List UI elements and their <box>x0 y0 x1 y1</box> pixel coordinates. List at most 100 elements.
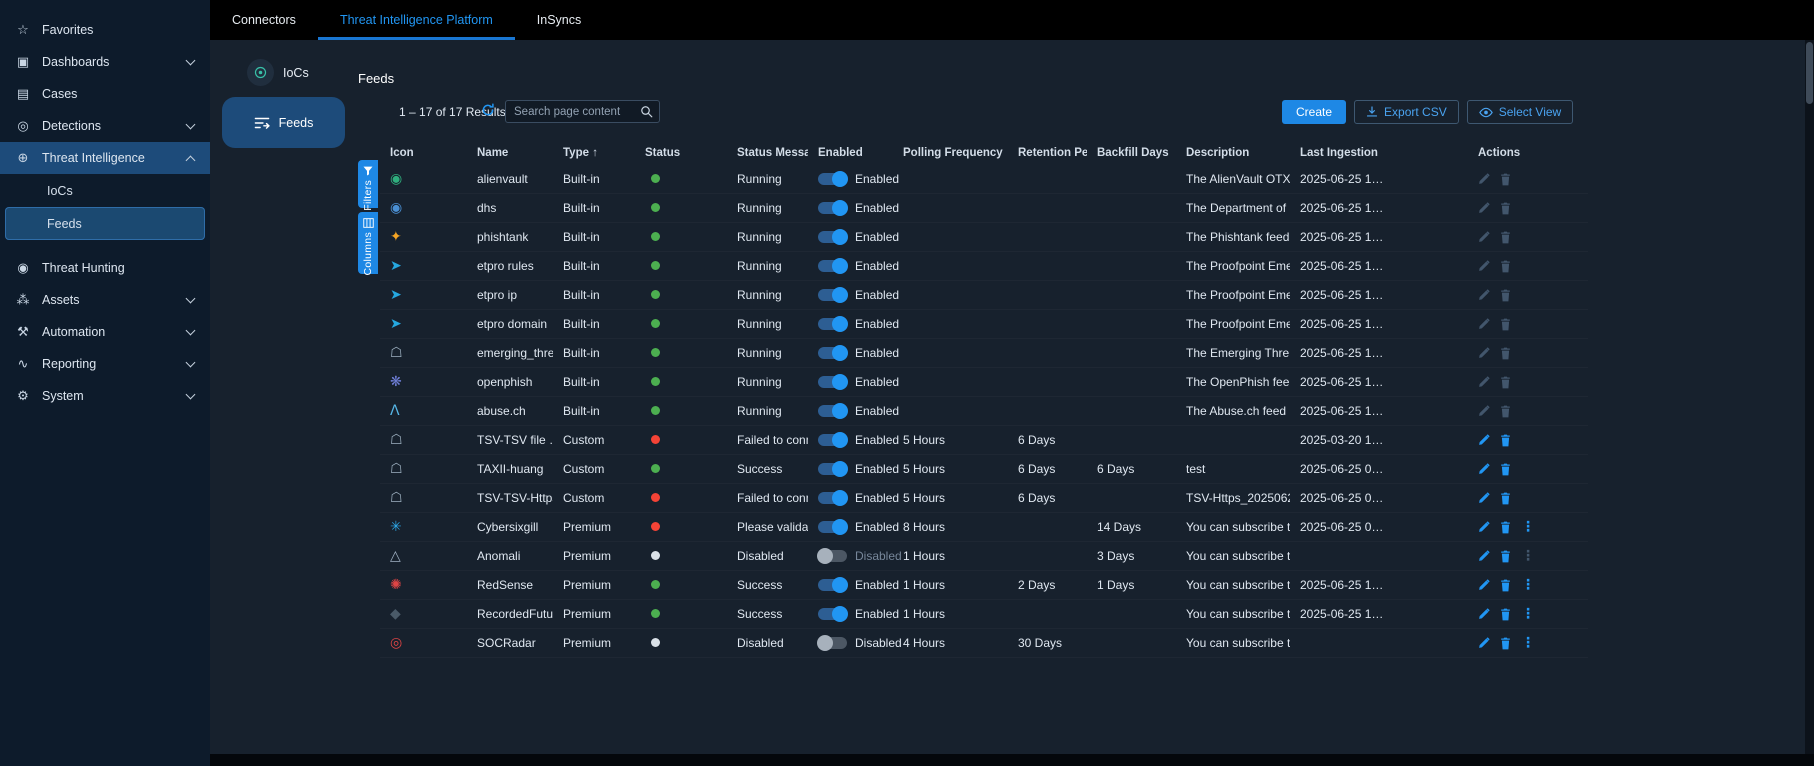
create-button[interactable]: Create <box>1282 100 1346 124</box>
sidebar-item-assets[interactable]: ⁂Assets <box>0 284 210 316</box>
column-header-polling-frequency[interactable]: Polling Frequency <box>893 147 1008 159</box>
column-header-icon[interactable]: Icon <box>380 147 467 159</box>
sidebar-item-cases[interactable]: ▤Cases <box>0 78 210 110</box>
edit-icon[interactable] <box>1478 347 1490 359</box>
search-input[interactable] <box>506 106 640 118</box>
enabled-toggle[interactable] <box>818 434 847 446</box>
enabled-toggle[interactable] <box>818 521 847 533</box>
column-header-name[interactable]: Name <box>467 147 553 159</box>
column-header-retention-period[interactable]: Retention Period <box>1008 147 1087 159</box>
column-header-status-message[interactable]: Status Message <box>727 147 808 159</box>
sidebar-item-automation[interactable]: ⚒Automation <box>0 316 210 348</box>
edit-icon[interactable] <box>1478 202 1490 214</box>
export-csv-button[interactable]: Export CSV <box>1354 100 1459 124</box>
delete-icon[interactable] <box>1500 550 1511 563</box>
delete-icon[interactable] <box>1500 492 1511 505</box>
column-header-type[interactable]: Type ↑ <box>553 147 635 159</box>
filters-tab[interactable]: Filters <box>358 160 378 208</box>
edit-icon[interactable] <box>1478 492 1490 504</box>
select-view-button[interactable]: Select View <box>1467 100 1573 124</box>
cell-description: The Proofpoint Eme… <box>1176 288 1290 302</box>
cell-actions: ⋮ <box>1468 520 1588 534</box>
edit-icon[interactable] <box>1478 434 1490 446</box>
column-header-description[interactable]: Description <box>1176 147 1290 159</box>
edit-icon[interactable] <box>1478 405 1490 417</box>
delete-icon[interactable] <box>1500 637 1511 650</box>
enabled-toggle[interactable] <box>818 260 847 272</box>
edit-icon[interactable] <box>1478 289 1490 301</box>
more-actions-icon[interactable]: ⋮ <box>1521 549 1535 563</box>
delete-icon[interactable] <box>1500 521 1511 534</box>
cell-type: Built-in <box>553 346 635 360</box>
edit-icon[interactable] <box>1478 231 1490 243</box>
edit-icon[interactable] <box>1478 376 1490 388</box>
delete-icon[interactable] <box>1500 318 1511 331</box>
enabled-toggle[interactable] <box>818 231 847 243</box>
subnav-feeds[interactable]: Feeds <box>222 97 345 148</box>
enabled-toggle[interactable] <box>818 173 847 185</box>
delete-icon[interactable] <box>1500 289 1511 302</box>
sidebar-item-favorites[interactable]: ☆Favorites <box>0 14 210 46</box>
enabled-toggle[interactable] <box>818 579 847 591</box>
delete-icon[interactable] <box>1500 405 1511 418</box>
tab-threat-intelligence-platform[interactable]: Threat Intelligence Platform <box>318 0 515 40</box>
scrollbar-thumb[interactable] <box>1806 42 1813 104</box>
tab-connectors[interactable]: Connectors <box>210 0 318 40</box>
more-actions-icon[interactable]: ⋮ <box>1521 607 1535 621</box>
sidebar-item-threat-hunting[interactable]: ◉Threat Hunting <box>0 252 210 284</box>
enabled-toggle[interactable] <box>818 405 847 417</box>
edit-icon[interactable] <box>1478 260 1490 272</box>
column-header-last-ingestion[interactable]: Last Ingestion <box>1290 147 1468 159</box>
edit-icon[interactable] <box>1478 521 1490 533</box>
more-actions-icon[interactable]: ⋮ <box>1521 520 1535 534</box>
cell-status <box>635 520 727 534</box>
sidebar-item-dashboards[interactable]: ▣Dashboards <box>0 46 210 78</box>
status-dot-green <box>651 261 660 270</box>
enabled-toggle[interactable] <box>818 463 847 475</box>
enabled-toggle[interactable] <box>818 608 847 620</box>
edit-icon[interactable] <box>1478 579 1490 591</box>
sidebar-item-system[interactable]: ⚙System <box>0 380 210 412</box>
edit-icon[interactable] <box>1478 173 1490 185</box>
enabled-toggle[interactable] <box>818 202 847 214</box>
sidebar-item-threat-intelligence[interactable]: ⊕Threat Intelligence <box>0 142 210 174</box>
delete-icon[interactable] <box>1500 579 1511 592</box>
tab-insyncs[interactable]: InSyncs <box>515 0 603 40</box>
delete-icon[interactable] <box>1500 202 1511 215</box>
vertical-scrollbar[interactable] <box>1805 40 1814 754</box>
sidebar-item-reporting[interactable]: ∿Reporting <box>0 348 210 380</box>
delete-icon[interactable] <box>1500 376 1511 389</box>
column-header-backfill-days[interactable]: Backfill Days <box>1087 147 1176 159</box>
edit-icon[interactable] <box>1478 550 1490 562</box>
column-header-status[interactable]: Status <box>635 147 727 159</box>
delete-icon[interactable] <box>1500 608 1511 621</box>
enabled-toggle[interactable] <box>818 637 847 649</box>
delete-icon[interactable] <box>1500 173 1511 186</box>
sidebar-subitem-feeds[interactable]: Feeds <box>5 207 205 240</box>
delete-icon[interactable] <box>1500 463 1511 476</box>
delete-icon[interactable] <box>1500 434 1511 447</box>
sidebar-subitem-iocs[interactable]: IoCs <box>0 174 210 207</box>
chevron-down-icon <box>186 326 196 336</box>
more-actions-icon[interactable]: ⋮ <box>1521 578 1535 592</box>
edit-icon[interactable] <box>1478 463 1490 475</box>
refresh-button[interactable] <box>481 103 495 120</box>
column-header-enabled[interactable]: Enabled <box>808 147 893 159</box>
delete-icon[interactable] <box>1500 260 1511 273</box>
columns-tab[interactable]: Columns <box>358 212 378 274</box>
subnav-iocs[interactable]: IoCs <box>247 59 309 86</box>
edit-icon[interactable] <box>1478 318 1490 330</box>
enabled-toggle[interactable] <box>818 492 847 504</box>
delete-icon[interactable] <box>1500 231 1511 244</box>
enabled-toggle[interactable] <box>818 318 847 330</box>
more-actions-icon[interactable]: ⋮ <box>1521 636 1535 650</box>
sidebar-item-detections[interactable]: ◎Detections <box>0 110 210 142</box>
enabled-toggle[interactable] <box>818 376 847 388</box>
enabled-toggle[interactable] <box>818 550 847 562</box>
edit-icon[interactable] <box>1478 637 1490 649</box>
enabled-toggle[interactable] <box>818 289 847 301</box>
enabled-toggle[interactable] <box>818 347 847 359</box>
column-header-actions[interactable]: Actions <box>1468 147 1588 159</box>
edit-icon[interactable] <box>1478 608 1490 620</box>
delete-icon[interactable] <box>1500 347 1511 360</box>
